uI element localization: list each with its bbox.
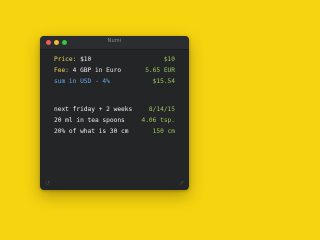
calc-line-price[interactable]: Price: $10 $10 (54, 55, 175, 65)
line-expression: sum in USD - 4% (54, 77, 110, 87)
line-result: 5.65 EUR (145, 67, 175, 74)
window-title: Numi (107, 38, 122, 44)
numi-window: Numi Price: $10 $10 Fee: 4 GBP in Euro 5… (40, 36, 189, 190)
calc-line-date[interactable]: next friday + 2 weeks 8/14/15 (54, 105, 175, 115)
expression-text: $10 (80, 56, 92, 63)
expression-text: next friday + 2 weeks (54, 106, 133, 113)
calc-line-fee[interactable]: Fee: 4 GBP in Euro 5.65 EUR (54, 66, 175, 76)
line-result: $10 (163, 56, 175, 63)
line-expression: Price: $10 (54, 55, 91, 65)
variable-label: Fee: (54, 67, 73, 74)
line-expression: 20% of what is 30 cm (54, 127, 129, 137)
window-footer: ↺ ↗ (40, 178, 189, 190)
share-icon[interactable]: ↗ (179, 181, 184, 187)
history-icon[interactable]: ↺ (45, 181, 50, 187)
line-result: 4.06 tsp. (141, 117, 175, 124)
expression-text: 4 GBP in Euro (72, 67, 122, 74)
title-bar: Numi (40, 36, 189, 50)
calc-line-percent[interactable]: 20% of what is 30 cm 150 cm (54, 127, 175, 137)
calc-line-volume[interactable]: 20 ml in tea spoons 4.06 tsp. (54, 116, 175, 126)
variable-label: Price: (54, 56, 81, 63)
calculation-sheet[interactable]: Price: $10 $10 Fee: 4 GBP in Euro 5.65 E… (40, 49, 189, 178)
expression-text: 20 ml in tea spoons (54, 117, 125, 124)
line-result: $15.54 (152, 78, 175, 85)
line-expression: Fee: 4 GBP in Euro (54, 66, 121, 76)
line-result: 150 cm (152, 128, 175, 135)
line-expression: 20 ml in tea spoons (54, 116, 125, 126)
line-result: 8/14/15 (148, 106, 175, 113)
line-expression: next friday + 2 weeks (54, 105, 132, 115)
expression-text: 20% of what is 30 cm (54, 128, 129, 135)
calc-line-sum[interactable]: sum in USD - 4% $15.54 (54, 77, 175, 87)
expression-text: sum in USD - 4% (54, 78, 110, 85)
